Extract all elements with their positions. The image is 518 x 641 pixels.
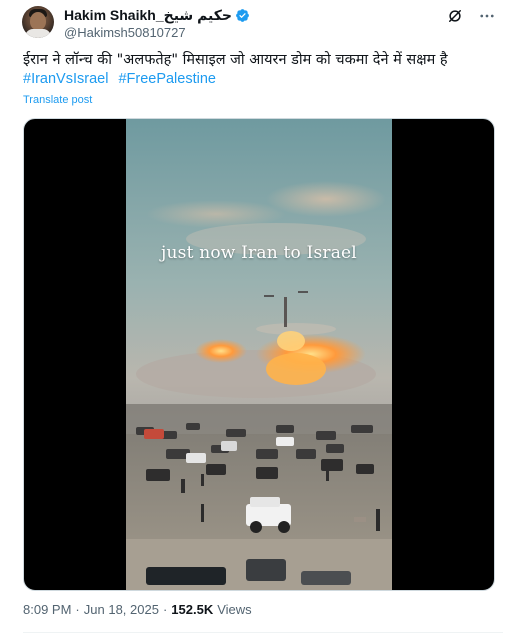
hashtag-list: #IranVsIsrael #FreePalestine xyxy=(23,71,216,87)
video-scene-image xyxy=(126,119,392,590)
grok-icon[interactable] xyxy=(446,7,464,25)
author-avatar[interactable] xyxy=(22,6,54,38)
meta-separator: · xyxy=(75,602,80,617)
author-display-name[interactable]: Hakim Shaikh_حکیم شیخ xyxy=(64,7,232,23)
tweet-meta: 8:09 PM · Jun 18, 2025 · 152.5K Views xyxy=(23,602,252,617)
divider xyxy=(23,632,503,633)
post-date[interactable]: Jun 18, 2025 xyxy=(84,602,159,617)
author-handle[interactable]: @Hakimsh50810727 xyxy=(64,25,186,40)
post-time[interactable]: 8:09 PM xyxy=(23,602,71,617)
verified-badge-icon xyxy=(236,8,249,22)
translate-post-link[interactable]: Translate post xyxy=(23,94,92,106)
meta-separator: · xyxy=(162,602,168,617)
author-name-row[interactable]: Hakim Shaikh_حکیم شیخ xyxy=(64,7,250,23)
tweet-text: ईरान ने लॉन्च की "अलफतेह" मिसाइल जो आयरन… xyxy=(23,50,503,70)
video-overlay-caption: just now Iran to Israel xyxy=(161,243,357,263)
views-count: 152.5K xyxy=(171,602,214,617)
hashtag-link[interactable]: #FreePalestine xyxy=(118,71,216,87)
hashtag-link[interactable]: #IranVsIsrael xyxy=(23,71,108,87)
media-container[interactable]: just now Iran to Israel xyxy=(23,118,495,591)
video-frame[interactable]: just now Iran to Israel xyxy=(126,119,392,590)
views-label: Views xyxy=(217,602,252,617)
more-options-icon[interactable] xyxy=(478,7,496,25)
tweet-body-text: ईरान ने लॉन्च की "अलफतेह" मिसाइल जो आयरन… xyxy=(23,52,448,68)
